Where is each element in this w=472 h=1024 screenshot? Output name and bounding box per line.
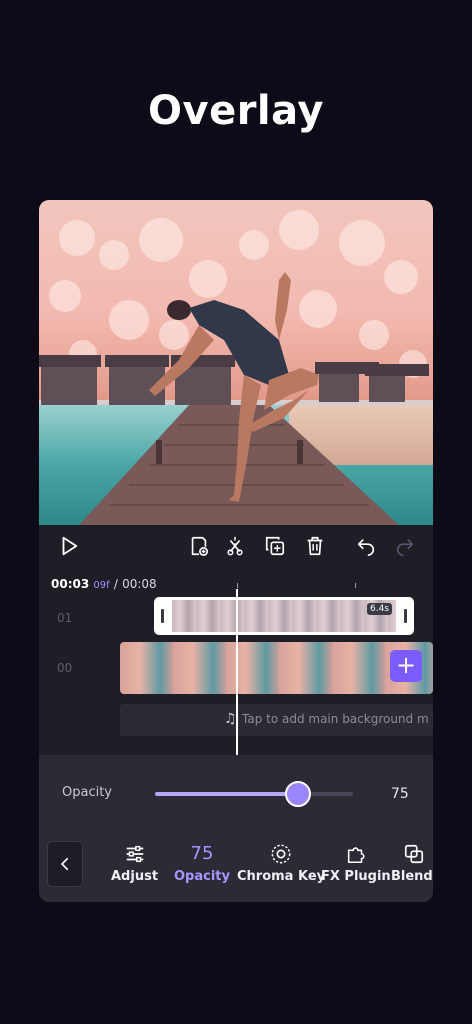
page-title: Overlay: [148, 88, 324, 134]
time-separator: /: [113, 577, 118, 591]
current-time: 00:03: [51, 577, 90, 591]
opacity-slider-thumb[interactable]: [285, 781, 311, 807]
split-icon[interactable]: [222, 533, 248, 559]
overlay-clip[interactable]: 6.4s: [154, 597, 414, 635]
tool-chroma-key-label: Chroma Key: [237, 869, 326, 884]
dancer-figure: [149, 272, 319, 502]
video-preview[interactable]: [39, 200, 433, 525]
delete-icon[interactable]: [302, 533, 328, 559]
current-frames: 09f: [93, 580, 110, 591]
main-track-label: 00: [57, 661, 73, 675]
blending-icon: [391, 843, 433, 865]
editing-toolbar: [39, 525, 433, 569]
tool-adjust[interactable]: Adjust: [111, 843, 158, 884]
overlay-track-label: 01: [57, 611, 73, 625]
background-track-hint: Tap to add main background m: [242, 712, 429, 726]
timeline-tick: [237, 583, 238, 588]
time-readout: 00:03 09f / 00:08: [51, 577, 157, 591]
opacity-label: Opacity: [62, 785, 113, 800]
chroma-key-icon: [237, 843, 325, 865]
tool-opacity[interactable]: 75 Opacity: [174, 843, 230, 884]
tool-fx-plugin-label: FX Plugin: [321, 869, 391, 884]
overlay-clip-thumbnails: [172, 600, 396, 632]
editor-card: 00:03 09f / 00:08 01 00 6.4s + ♫ Tap to …: [39, 200, 433, 902]
back-button[interactable]: [47, 841, 83, 887]
tool-opacity-label: Opacity: [174, 869, 230, 884]
overlay-duration: 6.4s: [366, 603, 392, 615]
redo-icon[interactable]: [392, 533, 418, 559]
controls-panel: Opacity 75 Adjust 75 Opacity Chroma Key: [39, 755, 433, 902]
timeline[interactable]: 00:03 09f / 00:08 01 00 6.4s + ♫ Tap to …: [39, 569, 433, 755]
play-icon[interactable]: [56, 533, 82, 559]
undo-icon[interactable]: [353, 533, 379, 559]
tool-opacity-value: 75: [190, 843, 214, 864]
timeline-tick: [355, 583, 356, 588]
trim-handle-right[interactable]: [404, 609, 407, 623]
puzzle-icon: [321, 843, 391, 865]
main-video-clip[interactable]: [120, 642, 433, 694]
tool-chroma-key[interactable]: Chroma Key: [237, 843, 325, 884]
duplicate-icon[interactable]: [262, 533, 288, 559]
trim-handle-left[interactable]: [161, 609, 164, 623]
add-overlay-icon[interactable]: [186, 533, 212, 559]
tool-blending-label: Blendi: [391, 869, 433, 884]
sliders-icon: [111, 843, 158, 865]
opacity-slider[interactable]: [155, 792, 353, 796]
background-track[interactable]: ♫ Tap to add main background m: [120, 704, 433, 736]
opacity-slider-fill: [155, 792, 304, 796]
tool-blending[interactable]: Blendi: [391, 843, 433, 884]
tool-fx-plugin[interactable]: FX Plugin: [321, 843, 391, 884]
add-clip-button[interactable]: +: [390, 650, 422, 682]
opacity-value: 75: [391, 786, 409, 802]
chevron-left-icon: [61, 857, 69, 871]
playhead[interactable]: [236, 589, 238, 755]
music-note-icon: ♫: [224, 711, 237, 727]
total-time: 00:08: [122, 577, 157, 591]
tool-adjust-label: Adjust: [111, 869, 159, 884]
